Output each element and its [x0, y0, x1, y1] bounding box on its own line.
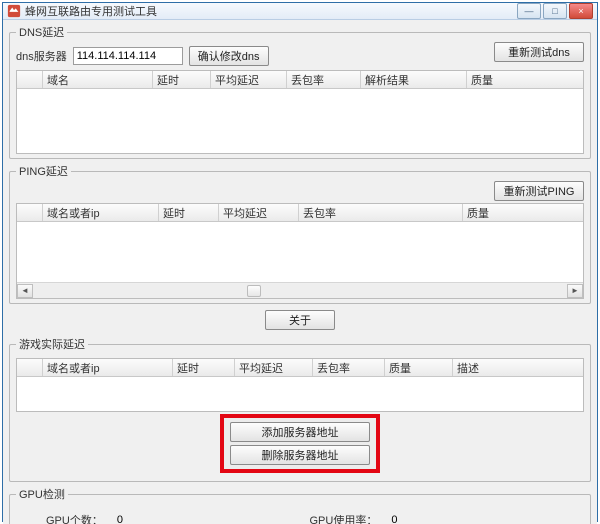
- ping-col-quality[interactable]: 质量: [463, 204, 583, 221]
- game-col-host[interactable]: 域名或者ip: [43, 359, 173, 376]
- game-table: 域名或者ip 延时 平均延迟 丢包率 质量 描述: [16, 358, 584, 412]
- gpu-usage-value: 0: [391, 514, 397, 524]
- ping-group: PING延迟 重新测试PING 域名或者ip 延时 平均延迟 丢包率 质量 ◄ …: [9, 163, 591, 304]
- ping-scroll-thumb[interactable]: [247, 285, 261, 297]
- dns-table: 域名 延时 平均延迟 丢包率 解析结果 质量: [16, 70, 584, 154]
- ping-group-legend: PING延迟: [16, 163, 71, 179]
- ping-retest-button[interactable]: 重新测试PING: [494, 181, 584, 201]
- game-col-quality[interactable]: 质量: [385, 359, 453, 376]
- game-col-loss[interactable]: 丢包率: [313, 359, 385, 376]
- dns-server-label: dns服务器: [16, 48, 67, 64]
- ping-table-header: 域名或者ip 延时 平均延迟 丢包率 质量: [17, 204, 583, 222]
- window-title: 蜂网互联路由专用测试工具: [25, 3, 517, 19]
- maximize-button[interactable]: □: [543, 3, 567, 19]
- ping-scroll-track[interactable]: [33, 284, 567, 298]
- gpu-usage-item: GPU使用率： 0: [310, 512, 398, 524]
- gpu-count-item: GPU个数： 0: [46, 512, 123, 524]
- minimize-button[interactable]: —: [517, 3, 541, 19]
- game-col-avg[interactable]: 平均延迟: [235, 359, 313, 376]
- dns-col-domain[interactable]: 域名: [43, 71, 153, 88]
- ping-col-loss[interactable]: 丢包率: [299, 204, 463, 221]
- dns-retest-button[interactable]: 重新测试dns: [494, 42, 584, 62]
- game-table-header: 域名或者ip 延时 平均延迟 丢包率 质量 描述: [17, 359, 583, 377]
- window-buttons: — □ ×: [517, 3, 593, 19]
- dns-table-body[interactable]: [17, 89, 583, 153]
- about-row: 关于: [9, 310, 591, 330]
- dns-col-avg[interactable]: 平均延迟: [211, 71, 287, 88]
- app-icon: [7, 4, 21, 18]
- ping-scroll-right[interactable]: ►: [567, 284, 583, 298]
- highlight-box: 添加服务器地址 删除服务器地址: [220, 414, 380, 473]
- gpu-group: GPU检测 GPU个数： 0 GPU使用率： 0: [9, 486, 591, 524]
- ping-table: 域名或者ip 延时 平均延迟 丢包率 质量 ◄ ►: [16, 203, 584, 299]
- about-button[interactable]: 关于: [265, 310, 335, 330]
- delete-server-button[interactable]: 删除服务器地址: [230, 445, 370, 465]
- ping-hscroll[interactable]: ◄ ►: [17, 282, 583, 298]
- gpu-row: GPU个数： 0 GPU使用率： 0: [16, 508, 584, 524]
- app-window: 蜂网互联路由专用测试工具 — □ × DNS延迟 重新测试dns dns服务器 …: [2, 2, 598, 522]
- gpu-count-label: GPU个数：: [46, 512, 103, 524]
- game-group: 游戏实际延迟 域名或者ip 延时 平均延迟 丢包率 质量 描述 添加服务器地址 …: [9, 336, 591, 482]
- gpu-group-legend: GPU检测: [16, 486, 68, 502]
- game-col-delay[interactable]: 延时: [173, 359, 235, 376]
- gpu-usage-label: GPU使用率：: [310, 512, 378, 524]
- game-col-blank[interactable]: [17, 359, 43, 376]
- close-button[interactable]: ×: [569, 3, 593, 19]
- ping-col-avg[interactable]: 平均延迟: [219, 204, 299, 221]
- title-bar[interactable]: 蜂网互联路由专用测试工具 — □ ×: [3, 3, 597, 20]
- ping-scroll-left[interactable]: ◄: [17, 284, 33, 298]
- ping-col-delay[interactable]: 延时: [159, 204, 219, 221]
- dns-server-input[interactable]: [73, 47, 183, 65]
- ping-col-blank[interactable]: [17, 204, 43, 221]
- dns-col-resolve[interactable]: 解析结果: [361, 71, 467, 88]
- dns-col-blank[interactable]: [17, 71, 43, 88]
- dns-col-loss[interactable]: 丢包率: [287, 71, 361, 88]
- gpu-count-value: 0: [117, 514, 123, 524]
- ping-col-host[interactable]: 域名或者ip: [43, 204, 159, 221]
- add-server-button[interactable]: 添加服务器地址: [230, 422, 370, 442]
- game-group-legend: 游戏实际延迟: [16, 336, 88, 352]
- dns-confirm-button[interactable]: 确认修改dns: [189, 46, 269, 66]
- ping-table-body[interactable]: [17, 222, 583, 282]
- dns-col-delay[interactable]: 延时: [153, 71, 211, 88]
- dns-group-legend: DNS延迟: [16, 24, 67, 40]
- game-table-body[interactable]: [17, 377, 583, 411]
- client-area: DNS延迟 重新测试dns dns服务器 确认修改dns 域名 延时 平均延迟 …: [3, 20, 597, 524]
- dns-table-header: 域名 延时 平均延迟 丢包率 解析结果 质量: [17, 71, 583, 89]
- dns-col-quality[interactable]: 质量: [467, 71, 583, 88]
- dns-group: DNS延迟 重新测试dns dns服务器 确认修改dns 域名 延时 平均延迟 …: [9, 24, 591, 159]
- game-col-desc[interactable]: 描述: [453, 359, 583, 376]
